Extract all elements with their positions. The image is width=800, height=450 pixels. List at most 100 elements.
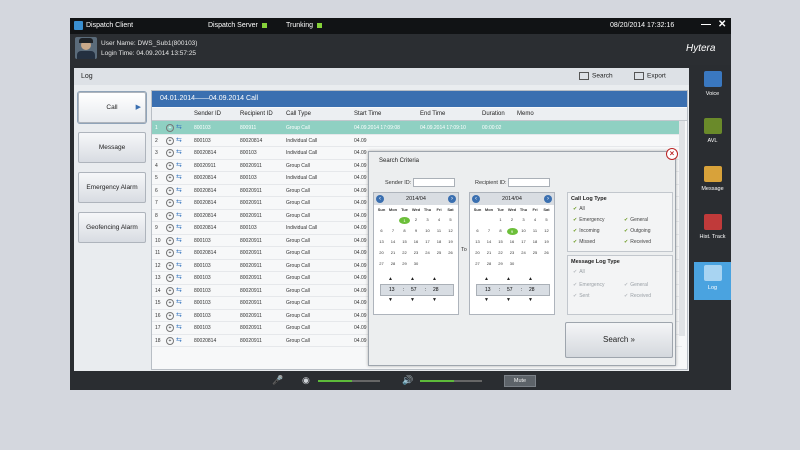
calendar-day[interactable]: 18 xyxy=(530,239,541,244)
calendar-day[interactable]: 23 xyxy=(411,250,422,255)
calendar-day[interactable]: 7 xyxy=(484,228,495,233)
calendar-day[interactable]: 28 xyxy=(484,261,495,266)
search-button[interactable]: Search » xyxy=(565,322,673,358)
table-scrollbar[interactable] xyxy=(679,121,685,336)
calendar-day[interactable]: 13 xyxy=(376,239,387,244)
calendar-day[interactable]: 2 xyxy=(507,217,518,222)
calendar-day[interactable]: 17 xyxy=(422,239,433,244)
calendar-day[interactable]: 26 xyxy=(445,250,456,255)
nav-call-button[interactable]: Call ▶ xyxy=(78,92,146,123)
increment-icon[interactable]: ▲ xyxy=(388,276,393,282)
calendar-day[interactable]: 10 xyxy=(422,228,433,233)
call-outgoing-checkbox[interactable]: ✔ Outgoing xyxy=(624,228,651,234)
expand-icon[interactable]: + xyxy=(166,261,174,270)
calendar-day[interactable]: 15 xyxy=(495,239,506,244)
expand-icon[interactable]: + xyxy=(166,311,174,320)
nav-avl[interactable]: AVL xyxy=(694,115,731,153)
calendar-day[interactable]: 16 xyxy=(411,239,422,244)
calendar-day[interactable]: 30 xyxy=(507,261,518,266)
mute-button[interactable]: Mute xyxy=(504,375,536,387)
calendar-day[interactable]: 28 xyxy=(388,261,399,266)
calendar-day[interactable]: 1 xyxy=(399,217,410,224)
calendar-day[interactable]: 12 xyxy=(445,228,456,233)
increment-icon[interactable]: ▲ xyxy=(528,276,533,282)
speaker-volume-slider[interactable] xyxy=(420,380,482,382)
calendar-day[interactable]: 4 xyxy=(434,217,445,222)
expand-icon[interactable]: + xyxy=(166,286,174,295)
nav-log[interactable]: Log xyxy=(694,262,731,300)
calendar-day[interactable]: 9 xyxy=(411,228,422,233)
table-row[interactable]: 1 800103 800911 Group Call 04.09.2014 17:09:… xyxy=(152,121,682,135)
calendar-day[interactable]: 2 xyxy=(411,217,422,222)
msg-emergency-checkbox[interactable]: ✔ Emergency xyxy=(573,282,605,288)
calendar-day[interactable]: 20 xyxy=(472,250,483,255)
calendar-day[interactable]: 1 xyxy=(495,217,506,222)
calendar-day[interactable]: 24 xyxy=(422,250,433,255)
close-dialog-button[interactable]: × xyxy=(666,148,678,160)
calendar-day[interactable]: 4 xyxy=(530,217,541,222)
nav-message-button[interactable]: Message xyxy=(78,132,146,163)
expand-icon[interactable]: + xyxy=(166,124,174,132)
decrement-icon[interactable]: ▼ xyxy=(506,297,511,303)
minimize-button[interactable]: — xyxy=(701,19,711,30)
expand-icon[interactable]: + xyxy=(166,336,174,345)
expand-icon[interactable]: + xyxy=(166,249,174,257)
expand-icon[interactable]: + xyxy=(166,324,174,332)
expand-icon[interactable]: + xyxy=(166,161,174,170)
expand-icon[interactable]: + xyxy=(166,186,174,195)
prev-month-icon[interactable]: ‹ xyxy=(472,195,480,203)
time-spinner[interactable]: 13 57 28:: xyxy=(380,284,454,296)
sender-id-input[interactable] xyxy=(412,178,455,187)
calendar-day[interactable]: 25 xyxy=(530,250,541,255)
close-window-button[interactable]: ✕ xyxy=(718,19,726,30)
decrement-icon[interactable]: ▼ xyxy=(432,297,437,303)
call-all-checkbox[interactable]: ✔ All xyxy=(573,206,585,212)
calendar-day[interactable]: 12 xyxy=(541,228,552,233)
expand-icon[interactable]: + xyxy=(166,224,174,232)
calendar-day[interactable]: 19 xyxy=(541,239,552,244)
expand-icon[interactable]: + xyxy=(166,274,174,282)
expand-icon[interactable]: + xyxy=(166,199,174,207)
calendar-day[interactable]: 30 xyxy=(411,261,422,266)
decrement-icon[interactable]: ▼ xyxy=(484,297,489,303)
call-incoming-checkbox[interactable]: ✔ Incoming xyxy=(573,228,600,234)
calendar-day[interactable]: 3 xyxy=(518,217,529,222)
calendar-day[interactable]: 25 xyxy=(434,250,445,255)
calendar-day[interactable]: 11 xyxy=(434,228,445,233)
calendar-day[interactable]: 5 xyxy=(445,217,456,222)
calendar-day[interactable]: 8 xyxy=(495,228,506,233)
nav-geofencing-alarm-button[interactable]: Geofencing Alarm xyxy=(78,212,146,243)
msg-sent-checkbox[interactable]: ✔ Sent xyxy=(573,293,590,299)
decrement-icon[interactable]: ▼ xyxy=(388,297,393,303)
calendar-day[interactable]: 29 xyxy=(399,261,410,266)
decrement-icon[interactable]: ▼ xyxy=(528,297,533,303)
expand-icon[interactable]: + xyxy=(166,299,174,307)
calendar-day[interactable]: 19 xyxy=(445,239,456,244)
decrement-icon[interactable]: ▼ xyxy=(410,297,415,303)
calendar-day[interactable]: 23 xyxy=(507,250,518,255)
calendar-day[interactable]: 11 xyxy=(530,228,541,233)
calendar-day[interactable]: 27 xyxy=(472,261,483,266)
calendar-day[interactable]: 14 xyxy=(484,239,495,244)
calendar-day[interactable]: 27 xyxy=(376,261,387,266)
calendar-day[interactable]: 22 xyxy=(399,250,410,255)
calendar-day[interactable]: 7 xyxy=(388,228,399,233)
calendar-day[interactable]: 6 xyxy=(376,228,387,233)
increment-icon[interactable]: ▲ xyxy=(432,276,437,282)
calendar-day[interactable]: 26 xyxy=(541,250,552,255)
expand-icon[interactable]: + xyxy=(166,211,174,220)
nav-hist-track[interactable]: Hist. Track xyxy=(694,211,731,249)
recipient-id-input[interactable] xyxy=(508,178,551,187)
calendar-day[interactable]: 29 xyxy=(495,261,506,266)
calendar-day[interactable]: 15 xyxy=(399,239,410,244)
calendar-day[interactable]: 10 xyxy=(518,228,529,233)
expand-icon[interactable]: + xyxy=(166,136,174,145)
mic-volume-slider[interactable] xyxy=(318,380,380,382)
next-month-icon[interactable]: › xyxy=(448,195,456,203)
msg-received-checkbox[interactable]: ✔ Received xyxy=(624,293,651,299)
calendar-day[interactable]: 6 xyxy=(472,228,483,233)
table-row[interactable]: 2 800103 80020814 Individual Call 04.09 + ⇆ xyxy=(152,134,682,147)
call-emergency-checkbox[interactable]: ✔ Emergency xyxy=(573,217,605,223)
prev-month-icon[interactable]: ‹ xyxy=(376,195,384,203)
msg-all-checkbox[interactable]: ✔ All xyxy=(573,269,585,275)
